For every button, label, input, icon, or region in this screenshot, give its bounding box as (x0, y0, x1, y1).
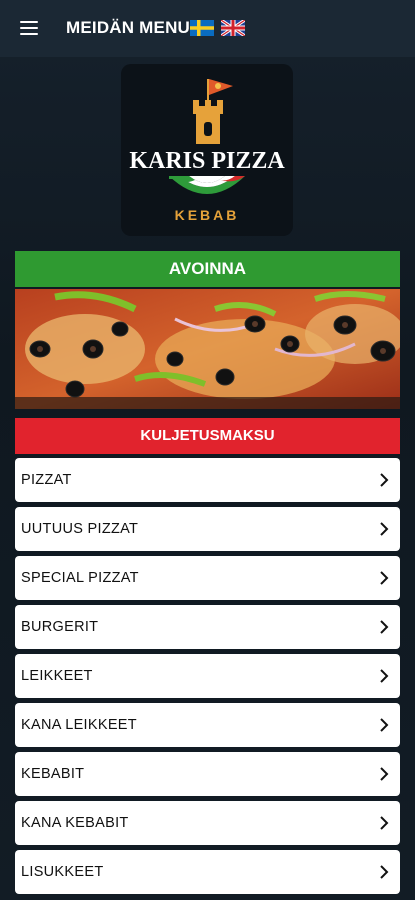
menu-item-label: KANA KEBABIT (21, 815, 129, 831)
chevron-right-icon (380, 522, 389, 536)
menu-item-label: BURGERIT (21, 619, 99, 635)
chevron-right-icon (380, 620, 389, 634)
menu-item-pizzat[interactable]: PIZZAT (15, 458, 400, 502)
menu-item-label: KEBABIT (21, 766, 85, 782)
menu-item-label: KANA LEIKKEET (21, 717, 137, 733)
logo-name: KARIS PIZZA (129, 148, 285, 174)
chevron-right-icon (380, 473, 389, 487)
menu-item-special-pizzat[interactable]: SPECIAL PIZZAT (15, 556, 400, 600)
uk-flag-icon[interactable] (221, 20, 245, 36)
chevron-right-icon (380, 571, 389, 585)
menu-item-label: SPECIAL PIZZAT (21, 570, 139, 586)
page-title: MEIDÄN MENU (66, 18, 191, 37)
delivery-fee-button[interactable]: KULJETUSMAKSU (15, 418, 400, 454)
chevron-right-icon (380, 816, 389, 830)
menu-item-kana-kebabit[interactable]: KANA KEBABIT (15, 801, 400, 845)
logo-subtitle: KEBAB (175, 207, 240, 223)
menu-item-kebabit[interactable]: KEBABIT (15, 752, 400, 796)
hamburger-menu-icon[interactable] (20, 21, 38, 35)
menu-item-label: LISUKKEET (21, 864, 104, 880)
menu-item-lisukkeet[interactable]: LISUKKEET (15, 850, 400, 894)
pizza-banner-image (15, 289, 400, 409)
menu-item-burgerit[interactable]: BURGERIT (15, 605, 400, 649)
swedish-flag-icon[interactable] (190, 20, 214, 36)
chevron-right-icon (380, 718, 389, 732)
chevron-right-icon (380, 767, 389, 781)
chevron-right-icon (380, 669, 389, 683)
menu-item-label: UUTUUS PIZZAT (21, 521, 139, 537)
menu-item-kana-leikkeet[interactable]: KANA LEIKKEET (15, 703, 400, 747)
open-status-banner: AVOINNA (15, 251, 400, 287)
chevron-right-icon (380, 865, 389, 879)
menu-item-leikkeet[interactable]: LEIKKEET (15, 654, 400, 698)
menu-item-label: PIZZAT (21, 472, 72, 488)
menu-item-uutuus-pizzat[interactable]: UUTUUS PIZZAT (15, 507, 400, 551)
menu-item-label: LEIKKEET (21, 668, 93, 684)
top-app-bar: MEIDÄN MENU (0, 0, 415, 57)
restaurant-logo: KARIS PIZZA KEBAB (121, 64, 293, 236)
